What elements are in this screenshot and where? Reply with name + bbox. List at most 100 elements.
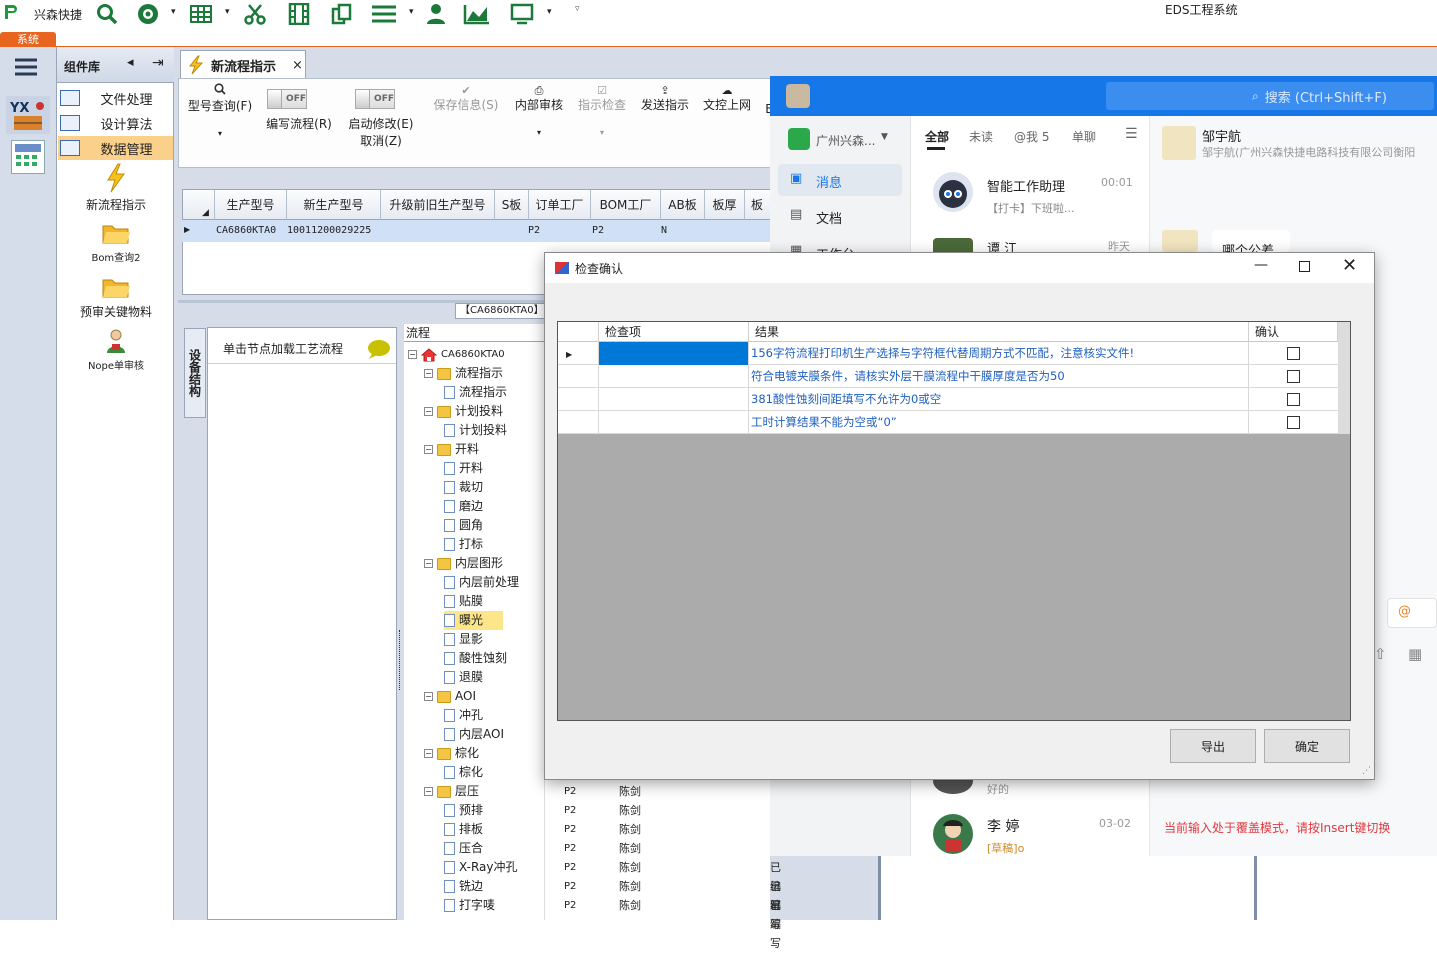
- list-item[interactable]: 李 婷 03-02 [草稿]o: [911, 806, 1150, 856]
- collapse-icon[interactable]: −: [408, 350, 417, 359]
- row-selector[interactable]: ▶: [558, 342, 599, 365]
- tree-leaf[interactable]: 棕化: [444, 763, 483, 782]
- edit-flow-toggle[interactable]: OFF: [267, 89, 307, 109]
- collapse-icon[interactable]: −: [424, 559, 433, 568]
- resize-grip-icon[interactable]: ⋰: [1362, 766, 1371, 776]
- dropdown-arrow-icon[interactable]: ▾: [225, 7, 230, 17]
- close-icon[interactable]: ×: [292, 58, 303, 73]
- tree-leaf[interactable]: 铣边: [444, 877, 483, 896]
- chart-icon[interactable]: [462, 2, 492, 26]
- comp-item-nope[interactable]: Nope单审核: [60, 328, 172, 372]
- filter-mentions[interactable]: @我 5: [1014, 128, 1049, 145]
- list-item[interactable]: 好的: [911, 780, 1150, 800]
- grid-header[interactable]: AB板: [661, 190, 705, 220]
- grid-header[interactable]: 生产型号: [215, 190, 287, 220]
- filter-unread[interactable]: 未读: [969, 128, 993, 145]
- comp-row-data-mgmt[interactable]: 数据管理: [58, 136, 173, 160]
- grid-cell[interactable]: 10011200029225: [287, 221, 371, 241]
- col-header-confirm[interactable]: 确认: [1249, 322, 1338, 342]
- grid-header[interactable]: 板: [745, 190, 773, 220]
- tree-folder[interactable]: − 流程指示: [424, 364, 503, 383]
- tree-leaf[interactable]: 圆角: [444, 516, 483, 535]
- collapse-icon[interactable]: −: [424, 749, 433, 758]
- tree-leaf[interactable]: 冲孔: [444, 706, 483, 725]
- monitor-icon[interactable]: [508, 2, 536, 26]
- grid-cell[interactable]: P2: [592, 221, 604, 241]
- row-selector[interactable]: [558, 411, 599, 434]
- grid-cell[interactable]: CA6860KTA0: [216, 221, 276, 241]
- customize-arrow-icon[interactable]: ▿: [575, 4, 580, 14]
- tree-leaf[interactable]: 曝光: [444, 611, 504, 630]
- calendar-icon[interactable]: ▦: [1408, 645, 1422, 663]
- tree-leaf[interactable]: X-Ray冲孔: [444, 858, 517, 877]
- dropdown-arrow-icon[interactable]: ▾: [547, 7, 552, 17]
- org-name[interactable]: 广州兴森...: [816, 132, 875, 149]
- confirm-checkbox[interactable]: [1287, 347, 1300, 360]
- grid-icon[interactable]: [188, 2, 214, 26]
- internal-review-button[interactable]: ⎙ 内部审核 ▾: [511, 83, 567, 140]
- tree-leaf[interactable]: 开料: [444, 459, 483, 478]
- close-icon[interactable]: ✕: [1342, 255, 1357, 276]
- tree-leaf[interactable]: 预排: [444, 801, 483, 820]
- confirm-checkbox[interactable]: [1287, 370, 1300, 383]
- tree-folder[interactable]: − 开料: [424, 440, 479, 459]
- grid-header[interactable]: 升级前旧生产型号: [381, 190, 495, 220]
- comp-row-design[interactable]: 设计算法: [58, 111, 173, 135]
- tree-leaf[interactable]: 计划投料: [444, 421, 507, 440]
- tree-leaf[interactable]: 打标: [444, 535, 483, 554]
- mention-button[interactable]: @: [1387, 598, 1437, 628]
- dropdown-arrow-icon[interactable]: ▾: [575, 125, 629, 140]
- search-icon[interactable]: [94, 2, 120, 26]
- grid-header[interactable]: 板厚: [705, 190, 745, 220]
- save-info-button[interactable]: ✔ 保存信息(S): [431, 83, 501, 113]
- list-item[interactable]: 谭 江 昨天: [911, 234, 1150, 252]
- scissors-icon[interactable]: [242, 2, 268, 26]
- dropdown-arrow-icon[interactable]: ▾: [511, 125, 567, 140]
- list-item[interactable]: 智能工作助理 00:01 【打卡】下班啦...: [911, 156, 1150, 226]
- confirm-checkbox[interactable]: [1287, 393, 1300, 406]
- tree-leaf[interactable]: 裁切: [444, 478, 483, 497]
- calculator-module-icon[interactable]: [11, 140, 45, 174]
- tree-leaf[interactable]: 排板: [444, 820, 483, 839]
- comp-item-bom[interactable]: Bom查询2: [60, 222, 172, 264]
- yx-module-icon[interactable]: YX: [6, 96, 50, 134]
- start-modify-toggle[interactable]: OFF: [355, 89, 395, 109]
- collapse-left-icon[interactable]: ◂: [127, 55, 134, 70]
- tree-root[interactable]: − CA6860KTA0: [408, 345, 505, 364]
- nav-item-workbench[interactable]: ▦ 工作台: [778, 236, 902, 252]
- folder-upload-icon[interactable]: ⇧: [1374, 645, 1387, 663]
- tree-leaf[interactable]: 内层前处理: [444, 573, 519, 592]
- check-result-cell[interactable]: 156字符流程打印机生产选择与字符框代替周期方式不匹配，注意核实文件!: [749, 342, 1249, 365]
- check-item-cell[interactable]: [599, 365, 749, 388]
- check-item-cell[interactable]: [599, 411, 749, 434]
- col-header-result[interactable]: 结果: [749, 322, 1249, 342]
- send-instruction-button[interactable]: ⇪ 发送指示: [637, 83, 693, 113]
- tree-folder[interactable]: − AOI: [424, 687, 476, 706]
- comp-item-new-flow[interactable]: 新流程指示: [60, 163, 172, 213]
- tree-folder[interactable]: − 层压: [424, 782, 479, 801]
- maximize-icon[interactable]: [1299, 261, 1310, 272]
- chat-search-input[interactable]: ⌕ 搜索 (Ctrl+Shift+F): [1106, 82, 1434, 110]
- tree-leaf[interactable]: 流程指示: [444, 383, 507, 402]
- comp-row-file[interactable]: 文件处理: [58, 86, 173, 110]
- device-structure-tab[interactable]: 设备结构: [184, 328, 206, 418]
- grid-header[interactable]: BOM工厂: [591, 190, 661, 220]
- check-result-cell[interactable]: 工时计算结果不能为空或“0”: [749, 411, 1249, 434]
- grid-header[interactable]: 新生产型号: [287, 190, 381, 220]
- check-item-cell[interactable]: [599, 388, 749, 411]
- model-query-button[interactable]: 型号查询(F) ▾: [185, 83, 255, 141]
- tree-folder[interactable]: − 计划投料: [424, 402, 503, 421]
- filter-single[interactable]: 单聊: [1072, 128, 1096, 145]
- collapse-icon[interactable]: −: [424, 369, 433, 378]
- collapse-icon[interactable]: −: [424, 692, 433, 701]
- tree-leaf[interactable]: 酸性蚀刻: [444, 649, 507, 668]
- nav-item-docs[interactable]: ▤ 文档: [778, 200, 902, 232]
- tree-leaf[interactable]: 打字唛: [444, 896, 495, 915]
- tree-leaf[interactable]: 内层AOI: [444, 725, 504, 744]
- export-button[interactable]: 导出: [1170, 729, 1256, 763]
- confirm-checkbox[interactable]: [1287, 416, 1300, 429]
- tree-leaf[interactable]: 磨边: [444, 497, 483, 516]
- nav-item-messages[interactable]: ▣ 消息: [778, 164, 902, 196]
- tree-folder[interactable]: − 内层图形: [424, 554, 503, 573]
- col-header-item[interactable]: 检查项: [599, 322, 749, 342]
